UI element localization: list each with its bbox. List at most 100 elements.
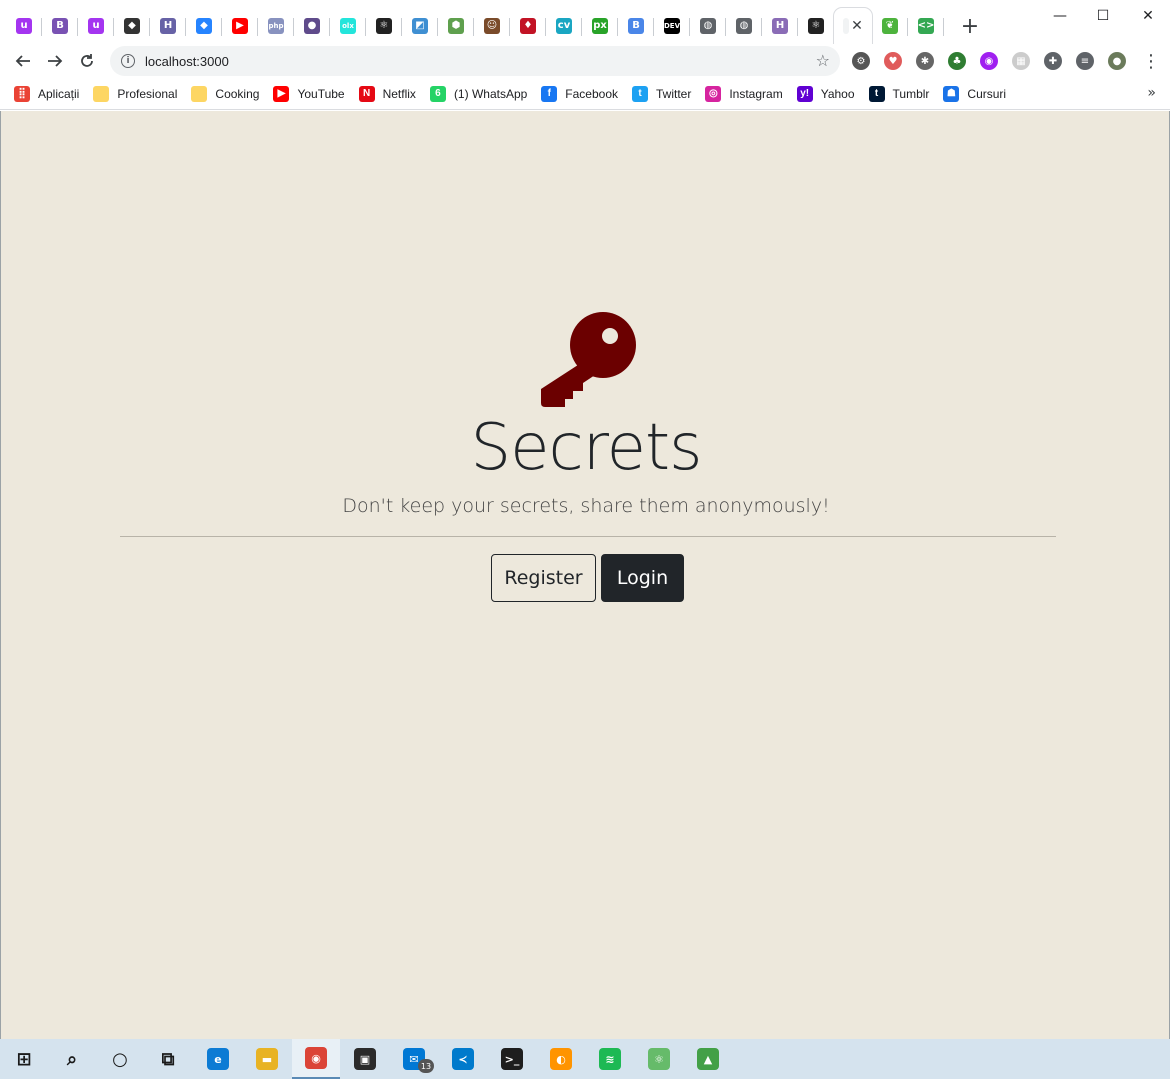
tab[interactable]: ◩ <box>402 8 438 44</box>
tab[interactable]: ❦ <box>872 8 908 44</box>
bookmark-star-icon[interactable]: ☆ <box>816 51 830 70</box>
new-tab-button[interactable]: + <box>958 14 982 39</box>
tab[interactable]: ▶ <box>222 8 258 44</box>
tab[interactable]: u <box>78 8 114 44</box>
login-button[interactable]: Login <box>601 554 684 602</box>
udemy-favicon: u <box>16 18 32 34</box>
reload-button[interactable] <box>75 49 99 73</box>
tab[interactable]: B <box>618 8 654 44</box>
store-bag-icon: ▣ <box>354 1048 376 1070</box>
puzzle-extension-icon[interactable]: ✚ <box>1044 52 1062 70</box>
colorzilla-extension-icon[interactable]: ◉ <box>980 52 998 70</box>
tab[interactable]: ◍ <box>690 8 726 44</box>
tab[interactable]: u <box>6 8 42 44</box>
site-info-icon[interactable]: i <box>121 54 135 68</box>
back-button[interactable] <box>11 49 35 73</box>
tab[interactable]: ⚛ <box>366 8 402 44</box>
bookmark-label: (1) WhatsApp <box>453 86 528 101</box>
square-favicon: ◩ <box>412 18 428 34</box>
minimize-button[interactable]: — <box>1040 4 1080 28</box>
chrome-app[interactable]: ◉ <box>292 1039 340 1079</box>
tab[interactable]: cv <box>546 8 582 44</box>
apps-grid-icon: ⣿ <box>14 85 30 102</box>
tab[interactable]: ⬢ <box>438 8 474 44</box>
file-explorer-app[interactable]: ▬ <box>243 1039 291 1079</box>
page-title: Secrets <box>470 411 703 485</box>
close-tab-icon[interactable]: ✕ <box>851 18 863 34</box>
tree-extension-icon[interactable]: ♣ <box>948 52 966 70</box>
tab[interactable]: ◆ <box>114 8 150 44</box>
windows-icon: ⊞ <box>16 1048 32 1070</box>
grid-extension-icon[interactable]: ▦ <box>1012 52 1030 70</box>
cortana-button[interactable]: ○ <box>96 1039 144 1079</box>
bug-extension-icon[interactable]: ✱ <box>916 52 934 70</box>
browser-toolbar: i localhost:3000 ☆ ⚙ ♥ ✱ ♣ ◉ ▦ ✚ ≡ ● ⋮ <box>0 44 1170 78</box>
bookmark-item[interactable]: N Netflix <box>358 85 416 102</box>
media-queue-icon[interactable]: ≡ <box>1076 52 1094 70</box>
bookmark-item[interactable]: ☗ Cursuri <box>943 85 1006 102</box>
bookmark-item[interactable]: y! Yahoo <box>796 85 855 102</box>
profile-avatar-icon[interactable]: ● <box>1108 52 1126 70</box>
hyper-terminal-app[interactable]: >_ <box>488 1039 536 1079</box>
key-icon <box>541 312 636 407</box>
address-bar[interactable]: i localhost:3000 ☆ <box>110 46 840 76</box>
tab[interactable]: ◆ <box>186 8 222 44</box>
search-icon: ⌕ <box>66 1048 78 1070</box>
store-app[interactable]: ▣ <box>341 1039 389 1079</box>
tab[interactable]: B <box>42 8 78 44</box>
tab[interactable]: <> <box>908 8 944 44</box>
gear-extension-icon[interactable]: ⚙ <box>852 52 870 70</box>
start-button[interactable]: ⊞ <box>0 1039 48 1079</box>
forward-button[interactable] <box>43 49 67 73</box>
bookmark-item[interactable]: f Facebook <box>541 85 618 102</box>
task-view-icon: ⧉ <box>161 1048 175 1070</box>
globe-favicon: ◍ <box>736 18 752 34</box>
bookmark-item[interactable]: ◎ Instagram <box>705 85 783 102</box>
reload-icon <box>81 54 93 67</box>
bookmark-label: Netflix <box>382 86 416 101</box>
rocket-app[interactable]: ▲ <box>684 1039 732 1079</box>
olx-favicon: olx <box>340 18 356 34</box>
firefox-app[interactable]: ◐ <box>537 1039 585 1079</box>
tab[interactable]: olx <box>330 8 366 44</box>
tab[interactable]: H <box>150 8 186 44</box>
tab[interactable]: php <box>258 8 294 44</box>
atom-app[interactable]: ⚛ <box>635 1039 683 1079</box>
bookmark-item[interactable]: 6 (1) WhatsApp <box>429 85 528 102</box>
dev-favicon: DEV <box>664 18 680 34</box>
tab[interactable]: H <box>762 8 798 44</box>
maximize-button[interactable]: ☐ <box>1083 4 1123 28</box>
mongodb-favicon: ❦ <box>882 18 898 34</box>
tab[interactable]: ♦ <box>510 8 546 44</box>
url-text[interactable]: localhost:3000 <box>145 54 229 69</box>
spotify-app[interactable]: ≋ <box>586 1039 634 1079</box>
edge-app[interactable]: e <box>194 1039 242 1079</box>
udemy-favicon: u <box>88 18 104 34</box>
tab[interactable]: ⚛ <box>798 8 834 44</box>
close-window-button[interactable]: ✕ <box>1128 4 1168 28</box>
tab[interactable]: ◍ <box>726 8 762 44</box>
tab[interactable]: ● <box>294 8 330 44</box>
bookmark-item[interactable]: ⣿ Aplicații <box>14 85 79 102</box>
vscode-app[interactable]: ≺ <box>439 1039 487 1079</box>
search-button[interactable]: ⌕ <box>48 1039 96 1079</box>
avatar-favicon: ☺ <box>484 18 500 34</box>
register-button[interactable]: Register <box>491 554 596 602</box>
task-view-button[interactable]: ⧉ <box>144 1039 192 1079</box>
bookmark-item[interactable]: t Twitter <box>632 85 691 102</box>
bookmark-item[interactable]: Profesional <box>93 85 177 102</box>
tab[interactable]: ☺ <box>474 8 510 44</box>
tab-active[interactable]: ✕ <box>834 8 872 44</box>
shield-extension-icon[interactable]: ♥ <box>884 52 902 70</box>
bookmark-label: Tumblr <box>892 86 930 101</box>
bookmark-item[interactable]: Cooking <box>191 85 259 102</box>
bookmark-item[interactable]: t Tumblr <box>868 85 930 102</box>
browser-menu-button[interactable]: ⋮ <box>1139 49 1163 73</box>
tab[interactable]: px <box>582 8 618 44</box>
bookmark-item[interactable]: ▶ YouTube <box>273 85 345 102</box>
atom-icon: ⚛ <box>648 1048 670 1070</box>
hackerrank-favicon: H <box>772 18 788 34</box>
mail-app[interactable]: ✉ 13 <box>390 1039 438 1079</box>
bookmarks-overflow-button[interactable]: » <box>1147 85 1156 101</box>
tab[interactable]: DEV <box>654 8 690 44</box>
